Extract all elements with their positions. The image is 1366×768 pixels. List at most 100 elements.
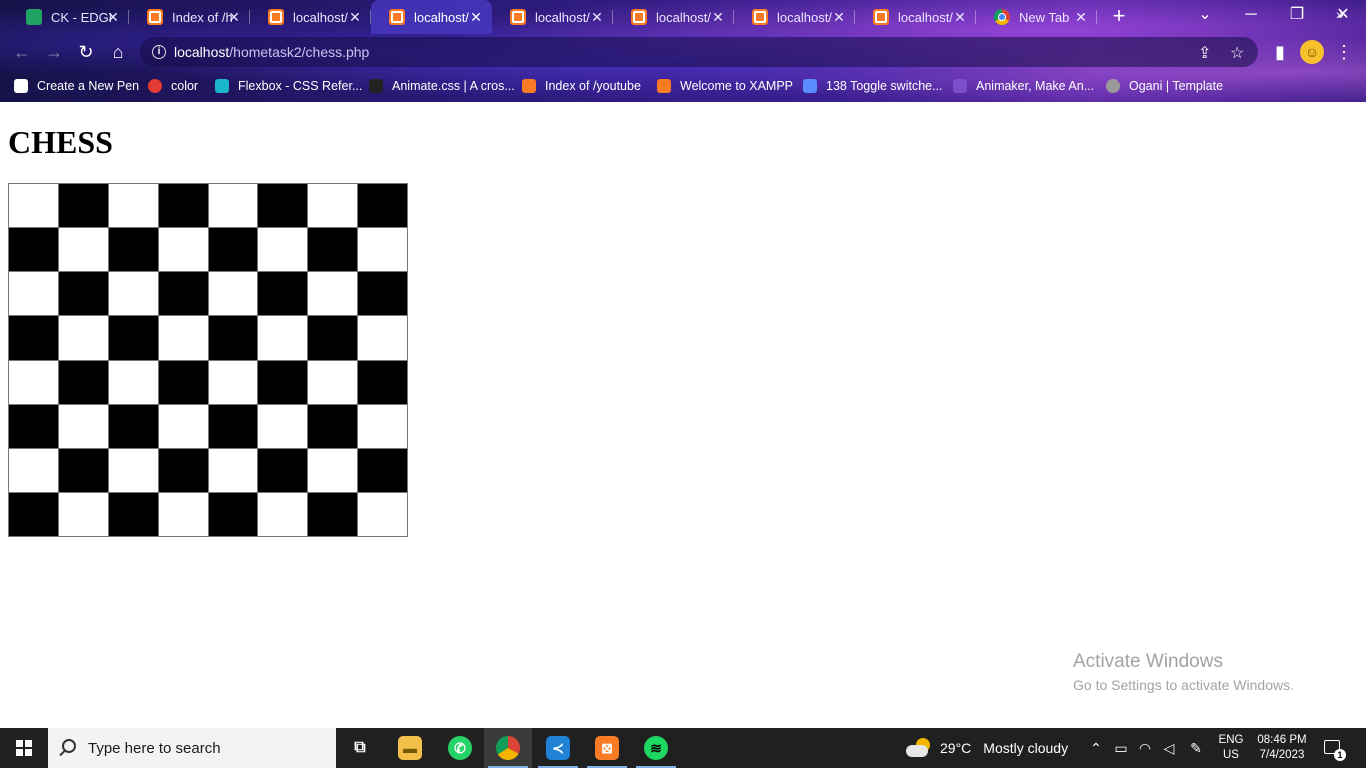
white-square: [8, 359, 59, 405]
tab-close-icon[interactable]: ✕: [347, 9, 363, 25]
xampp-icon: [631, 9, 647, 25]
tab-close-icon[interactable]: ✕: [952, 9, 968, 25]
black-square: [357, 359, 408, 405]
tab-close-icon[interactable]: ✕: [1073, 9, 1089, 25]
side-panel-icon[interactable]: ▮: [1266, 38, 1294, 66]
white-square: [257, 227, 309, 273]
tab-close-icon[interactable]: ✕: [468, 9, 484, 25]
notifications-button[interactable]: 1: [1322, 736, 1346, 761]
black-square: [57, 271, 109, 317]
bookmark-label: 138 Toggle switche...: [826, 79, 943, 93]
weather-description: Mostly cloudy: [983, 740, 1069, 756]
vscode-button[interactable]: ≺: [534, 728, 582, 768]
globe-icon: [1106, 79, 1120, 93]
white-square: [357, 491, 408, 538]
white-square: [57, 403, 109, 449]
battery-icon[interactable]: ▭: [1110, 728, 1132, 768]
bookmark-label: Create a New Pen: [37, 79, 140, 93]
black-square: [357, 447, 408, 493]
restore-button[interactable]: ❐: [1274, 0, 1320, 30]
tab-label: localhost/: [535, 9, 590, 25]
whatsapp-button[interactable]: ✆: [436, 728, 484, 768]
bookmark-item[interactable]: 138 Toggle switche...: [803, 76, 943, 96]
tab-close-icon[interactable]: ✕: [589, 9, 605, 25]
bookmark-item[interactable]: color: [148, 76, 198, 96]
white-square: [157, 491, 209, 538]
start-button[interactable]: [0, 728, 48, 768]
reload-button[interactable]: ↻: [72, 38, 100, 66]
wifi-icon[interactable]: ◠: [1134, 728, 1156, 768]
xampp-button[interactable]: ⊠: [583, 728, 631, 768]
bookmark-item[interactable]: Index of /youtube: [522, 76, 641, 96]
tab-7[interactable]: localhost/✕: [734, 0, 855, 34]
new-tab-button[interactable]: +: [1106, 5, 1132, 29]
tab-close-icon[interactable]: ✕: [226, 9, 242, 25]
bookmark-item[interactable]: Create a New Pen: [14, 76, 139, 96]
black-square: [57, 447, 109, 493]
tab-label: localhost/: [777, 9, 832, 25]
weather-widget[interactable]: 29°C Mostly cloudy: [906, 728, 1068, 768]
tab-close-icon[interactable]: ✕: [831, 9, 847, 25]
forward-button[interactable]: →: [40, 38, 68, 66]
tab-2[interactable]: Index of /h ✕: [129, 0, 250, 34]
clock[interactable]: 08:46 PM 7/4/2023: [1252, 733, 1312, 763]
bookmark-item[interactable]: Welcome to XAMPP: [657, 76, 793, 96]
task-view-button[interactable]: ⧉: [336, 728, 384, 768]
bookmark-label: Animaker, Make An...: [976, 79, 1095, 93]
black-square: [357, 182, 408, 229]
board-row: [8, 227, 408, 273]
tab-3[interactable]: localhost/✕: [250, 0, 371, 34]
bookmark-item[interactable]: Ogani | Template: [1106, 76, 1223, 96]
board-row: [8, 359, 408, 405]
tab-4[interactable]: localhost/✕: [371, 0, 492, 34]
tab-1[interactable]: CK - EDGE ✕: [8, 0, 129, 34]
board-row: [8, 271, 408, 317]
address-bar[interactable]: i localhost/hometask2/chess.php ⇪ ☆: [140, 37, 1258, 67]
profile-avatar[interactable]: ☺: [1300, 40, 1324, 64]
notification-badge: 1: [1334, 749, 1346, 761]
white-square: [157, 227, 209, 273]
page-content: CHESS Activate Windows Go to Settings to…: [0, 102, 1366, 728]
xampp-icon: [873, 9, 889, 25]
bookmarks-overflow-chevron-icon[interactable]: »: [1336, 6, 1344, 22]
black-square: [257, 271, 309, 317]
black-square: [307, 227, 359, 273]
tab-search-chevron-icon[interactable]: ⌄: [1182, 0, 1228, 30]
tab-close-icon[interactable]: ✕: [710, 9, 726, 25]
back-button[interactable]: ←: [8, 38, 36, 66]
tab-9[interactable]: New Tab ✕: [976, 0, 1097, 34]
minimize-button[interactable]: ─: [1228, 0, 1274, 30]
file-explorer-button[interactable]: ▬: [386, 728, 434, 768]
bookmark-item[interactable]: Flexbox - CSS Refer...: [215, 76, 362, 96]
tab-5[interactable]: localhost/✕: [492, 0, 613, 34]
tab-label: CK - EDGE: [51, 9, 111, 25]
pen-icon[interactable]: ✎: [1184, 728, 1208, 768]
search-icon: [62, 739, 76, 753]
white-square: [107, 447, 159, 493]
white-square: [307, 447, 359, 493]
page-title: CHESS: [8, 124, 113, 160]
menu-kebab-icon[interactable]: ⋮: [1330, 38, 1358, 66]
home-button[interactable]: ⌂: [104, 38, 132, 66]
bookmark-star-icon[interactable]: ☆: [1230, 43, 1244, 63]
input-language[interactable]: ENG US: [1218, 733, 1244, 763]
tab-label: localhost/: [414, 9, 469, 25]
partly-cloudy-icon: [906, 738, 932, 758]
black-square: [207, 315, 259, 361]
show-hidden-icons-chevron-icon[interactable]: ⌃: [1086, 728, 1106, 768]
taskbar-search-box[interactable]: Type here to search: [48, 728, 336, 768]
spotify-button[interactable]: ≋: [632, 728, 680, 768]
bookmark-item[interactable]: Animate.css | A cros...: [369, 76, 515, 96]
black-square: [307, 403, 359, 449]
tab-close-icon[interactable]: ✕: [105, 9, 121, 25]
chrome-taskbar-button[interactable]: [484, 728, 532, 768]
share-icon[interactable]: ⇪: [1198, 43, 1211, 63]
tab-8[interactable]: localhost/✕: [855, 0, 976, 34]
volume-icon[interactable]: ◁: [1158, 728, 1180, 768]
white-square: [357, 227, 408, 273]
tab-6[interactable]: localhost/✕: [613, 0, 734, 34]
bookmark-label: Index of /youtube: [545, 79, 641, 93]
windows-logo-icon: [16, 740, 32, 756]
site-info-icon[interactable]: i: [152, 45, 166, 59]
bookmark-item[interactable]: Animaker, Make An...: [953, 76, 1094, 96]
